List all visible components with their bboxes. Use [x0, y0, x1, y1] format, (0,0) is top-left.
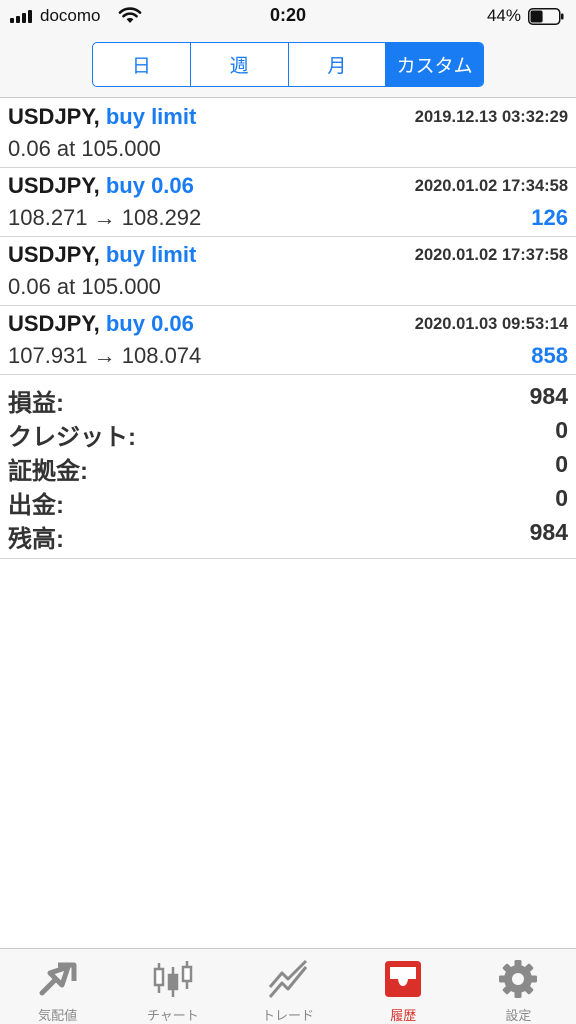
trade-detail: 107.931 → 108.074 — [8, 343, 202, 368]
tab-label: チャート — [146, 1008, 199, 1023]
trade-row[interactable]: USDJPY, buy 0.06 2020.01.03 09:53:14 107… — [0, 306, 576, 375]
trade-detail: 0.06 at 105.000 — [8, 274, 161, 299]
battery-percentage: 44% — [486, 6, 521, 25]
summary-row-credit: クレジット: 0 — [0, 414, 576, 451]
settings-gear-icon — [499, 960, 538, 998]
tab-label: 気配値 — [38, 1008, 78, 1023]
tab-quotes[interactable]: 気配値 — [0, 949, 115, 1024]
summary-value: 984 — [529, 383, 568, 409]
summary-value: 0 — [555, 417, 568, 443]
period-segmented-control: 日 週 月 カスタム — [92, 42, 484, 87]
trade-symbol: USDJPY, — [8, 173, 100, 198]
tab-label: 設定 — [505, 1008, 532, 1023]
summary-label: 出金: — [8, 492, 64, 519]
summary-value: 984 — [529, 519, 568, 545]
trade-symbol: USDJPY, — [8, 104, 100, 129]
trade-side: buy 0.06 — [105, 311, 194, 336]
trade-symbol: USDJPY, — [8, 311, 100, 336]
summary-row-profit: 損益: 984 — [0, 380, 576, 417]
summary-label: 残高: — [8, 526, 64, 553]
battery-icon — [528, 8, 564, 25]
trade-row[interactable]: USDJPY, buy limit 2019.12.13 03:32:29 0.… — [0, 99, 576, 168]
trade-symbol: USDJPY, — [8, 242, 100, 267]
trade-time: 2020.01.02 17:34:58 — [414, 177, 568, 195]
period-tab-week[interactable]: 週 — [191, 43, 289, 86]
trade-row[interactable]: USDJPY, buy limit 2020.01.02 17:37:58 0.… — [0, 237, 576, 306]
tab-trade[interactable]: トレード — [230, 949, 345, 1024]
status-bar: docomo 0:20 44% — [0, 0, 576, 32]
tab-label: 履歴 — [390, 1008, 417, 1023]
trade-profit: 858 — [531, 343, 568, 368]
summary-value: 0 — [555, 451, 568, 477]
summary-row-deposit: 証拠金: 0 — [0, 448, 576, 485]
bottom-tab-bar: 気配値 チャート トレード 履歴 設定 — [0, 948, 576, 1024]
tab-label: トレード — [262, 1008, 315, 1023]
tab-settings[interactable]: 設定 — [461, 949, 576, 1024]
summary-value: 0 — [555, 485, 568, 511]
summary-row-withdrawal: 出金: 0 — [0, 482, 576, 519]
trade-side: buy limit — [105, 242, 197, 267]
trade-time: 2019.12.13 03:32:29 — [414, 108, 568, 126]
account-summary: 損益: 984 クレジット: 0 証拠金: 0 出金: 0 残高: 984 — [0, 380, 576, 559]
summary-label: 証拠金: — [8, 458, 88, 485]
quotes-arrows-icon — [39, 962, 77, 996]
trade-detail: 0.06 at 105.000 — [8, 136, 161, 161]
trade-side: buy 0.06 — [105, 173, 194, 198]
trade-time: 2020.01.03 09:53:14 — [414, 315, 568, 333]
summary-row-balance: 残高: 984 — [0, 516, 576, 553]
trade-side: buy limit — [105, 104, 197, 129]
period-tab-custom[interactable]: カスタム — [386, 43, 483, 86]
trade-lines-icon — [268, 959, 308, 998]
trade-row[interactable]: USDJPY, buy 0.06 2020.01.02 17:34:58 108… — [0, 168, 576, 237]
tab-history[interactable]: 履歴 — [346, 949, 461, 1024]
period-tab-month[interactable]: 月 — [289, 43, 387, 86]
tab-chart[interactable]: チャート — [115, 949, 230, 1024]
history-tray-icon — [385, 961, 422, 997]
trade-profit: 126 — [531, 205, 568, 230]
period-tab-day[interactable]: 日 — [93, 43, 191, 86]
chart-candles-icon — [153, 961, 193, 997]
summary-label: クレジット: — [8, 424, 136, 451]
summary-label: 損益: — [8, 390, 64, 417]
trade-time: 2020.01.02 17:37:58 — [414, 246, 568, 264]
period-selector-bar: 日 週 月 カスタム — [0, 32, 576, 98]
trade-history-list: USDJPY, buy limit 2019.12.13 03:32:29 0.… — [0, 99, 576, 375]
trade-detail: 108.271 → 108.292 — [8, 205, 202, 230]
